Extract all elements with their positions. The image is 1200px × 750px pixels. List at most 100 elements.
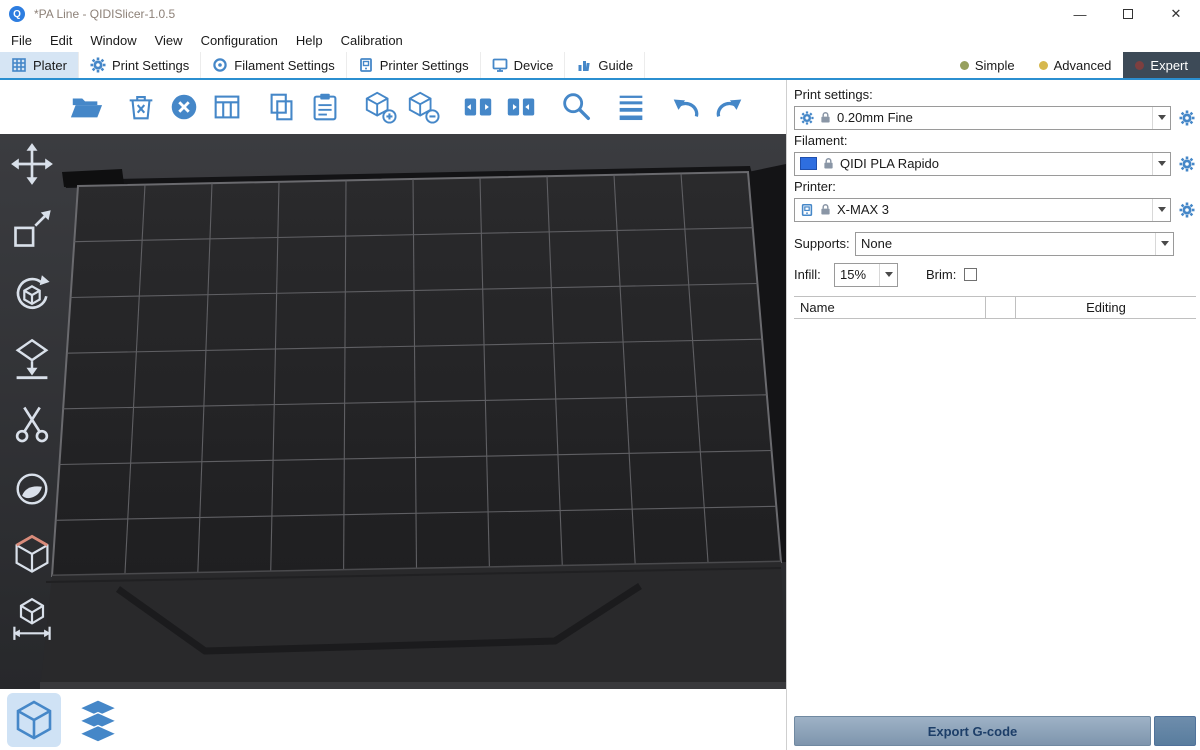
split-to-objects-button[interactable] <box>460 88 496 126</box>
print-settings-icon <box>90 57 106 73</box>
printer-value: X-MAX 3 <box>837 202 889 217</box>
sidebar: Print settings: 0.20mm Fine Filament: QI… <box>786 80 1200 750</box>
maximize-icon <box>1123 9 1133 19</box>
preview-view-button[interactable] <box>71 693 125 747</box>
place-on-face-tool-button[interactable] <box>6 333 58 385</box>
search-button[interactable] <box>558 88 594 126</box>
mode-expert[interactable]: Expert <box>1123 52 1200 78</box>
tab-label: Printer Settings <box>380 58 469 73</box>
trash-icon <box>124 90 158 124</box>
printer-icon <box>358 57 374 73</box>
tab-print-settings[interactable]: Print Settings <box>79 52 201 78</box>
paste-icon <box>308 90 342 124</box>
rotate-icon <box>10 272 54 316</box>
menu-view[interactable]: View <box>146 28 192 52</box>
cut-tool-button[interactable] <box>6 398 58 450</box>
paint-supports-icon <box>10 467 54 511</box>
app-logo-icon: Q <box>9 6 25 22</box>
mode-label: Simple <box>975 58 1015 73</box>
redo-icon <box>712 90 746 124</box>
lock-icon <box>820 111 831 124</box>
print-settings-value: 0.20mm Fine <box>837 110 913 125</box>
gear-icon <box>1179 110 1195 126</box>
filament-combo[interactable]: QIDI PLA Rapido <box>794 152 1171 176</box>
rotate-tool-button[interactable] <box>6 268 58 320</box>
scale-tool-button[interactable] <box>6 203 58 255</box>
tab-guide[interactable]: Guide <box>565 52 645 78</box>
menu-help[interactable]: Help <box>287 28 332 52</box>
maximize-button[interactable] <box>1104 0 1152 28</box>
measure-tool-button[interactable] <box>6 593 58 645</box>
brim-label: Brim: <box>926 267 956 282</box>
move-icon <box>10 142 54 186</box>
tab-filament-settings[interactable]: Filament Settings <box>201 52 346 78</box>
undo-icon <box>669 90 703 124</box>
object-list: Name Editing <box>794 296 1196 712</box>
filament-gear-button[interactable] <box>1178 155 1196 173</box>
brim-checkbox[interactable] <box>964 268 977 281</box>
print-bed <box>0 134 786 689</box>
close-button[interactable]: ✕ <box>1152 0 1200 28</box>
printer-combo[interactable]: X-MAX 3 <box>794 198 1171 222</box>
column-header-extruder[interactable] <box>986 297 1016 318</box>
print-settings-combo[interactable]: 0.20mm Fine <box>794 106 1171 130</box>
tab-plater[interactable]: Plater <box>0 52 79 78</box>
mode-advanced[interactable]: Advanced <box>1027 52 1124 78</box>
print-settings-gear-button[interactable] <box>1178 109 1196 127</box>
chevron-down-icon <box>885 272 893 277</box>
move-tool-button[interactable] <box>6 138 58 190</box>
arrange-icon <box>210 90 244 124</box>
menu-calibration[interactable]: Calibration <box>332 28 412 52</box>
filament-color-swatch <box>800 157 817 170</box>
mode-switcher: Simple Advanced Expert <box>948 52 1200 78</box>
editor-view-button[interactable] <box>7 693 61 747</box>
column-header-editing[interactable]: Editing <box>1016 297 1196 318</box>
remove-instance-icon <box>406 90 440 124</box>
menu-window[interactable]: Window <box>81 28 145 52</box>
paint-supports-tool-button[interactable] <box>6 463 58 515</box>
menu-edit[interactable]: Edit <box>41 28 81 52</box>
tab-label: Filament Settings <box>234 58 334 73</box>
tab-label: Plater <box>33 58 67 73</box>
variable-layer-height-button[interactable] <box>613 88 649 126</box>
menu-configuration[interactable]: Configuration <box>192 28 287 52</box>
layer-height-icon <box>614 90 648 124</box>
minimize-button[interactable]: — <box>1056 0 1104 28</box>
scale-icon <box>10 207 54 251</box>
export-options-button[interactable] <box>1154 716 1196 746</box>
tab-device[interactable]: Device <box>481 52 566 78</box>
infill-combo[interactable]: 15% <box>834 263 898 287</box>
filament-value: QIDI PLA Rapido <box>840 156 939 171</box>
mode-simple[interactable]: Simple <box>948 52 1027 78</box>
export-gcode-button[interactable]: Export G-code <box>794 716 1151 746</box>
seam-tool-button[interactable] <box>6 528 58 580</box>
remove-instance-button[interactable] <box>405 88 441 126</box>
open-button[interactable] <box>68 88 104 126</box>
delete-all-button[interactable] <box>166 88 202 126</box>
undo-button[interactable] <box>668 88 704 126</box>
printer-label: Printer: <box>794 179 1196 195</box>
printer-gear-button[interactable] <box>1178 201 1196 219</box>
split-to-parts-button[interactable] <box>503 88 539 126</box>
place-on-face-icon <box>10 337 54 381</box>
gear-icon <box>1179 156 1195 172</box>
column-header-name[interactable]: Name <box>794 297 986 318</box>
titlebar: Q *PA Line - QIDISlicer-1.0.5 — ✕ <box>0 0 1200 28</box>
filament-label: Filament: <box>794 133 1196 149</box>
paste-button[interactable] <box>307 88 343 126</box>
viewport-3d[interactable] <box>0 134 786 689</box>
supports-label: Supports: <box>794 236 855 251</box>
infill-value: 15% <box>840 267 866 282</box>
add-instance-button[interactable] <box>362 88 398 126</box>
supports-combo[interactable]: None <box>855 232 1174 256</box>
tab-printer-settings[interactable]: Printer Settings <box>347 52 481 78</box>
redo-button[interactable] <box>711 88 747 126</box>
menu-file[interactable]: File <box>2 28 41 52</box>
delete-button[interactable] <box>123 88 159 126</box>
copy-button[interactable] <box>264 88 300 126</box>
object-list-body[interactable] <box>794 319 1196 712</box>
device-icon <box>492 57 508 73</box>
infill-label: Infill: <box>794 267 834 282</box>
combo-arrow <box>1152 153 1170 175</box>
arrange-button[interactable] <box>209 88 245 126</box>
